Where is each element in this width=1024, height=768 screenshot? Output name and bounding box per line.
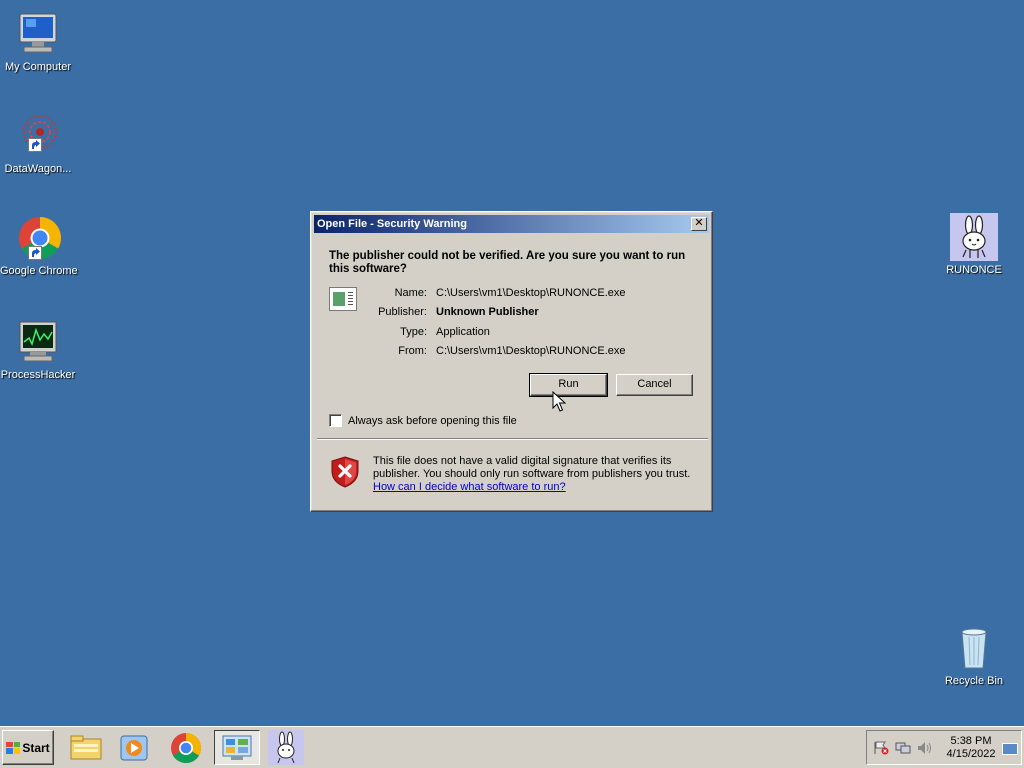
property-value-from: C:\Users\vm1\Desktop\RUNONCE.exe [436,345,626,358]
dialog-titlebar[interactable]: Open File - Security Warning ✕ [314,215,709,233]
volume-icon[interactable] [917,741,933,755]
windows-logo-icon [6,741,21,754]
desktop-icon-datawagon[interactable]: DataWagon... [0,112,76,175]
system-tray: 5:38 PM 4/15/2022 [866,730,1022,765]
dialog-headline: The publisher could not be verified. Are… [329,250,686,275]
show-desktop-icon[interactable] [1002,743,1018,755]
desktop-icon-label: RUNONCE [946,264,1002,276]
desktop-icon-recycle-bin[interactable]: Recycle Bin [936,624,1012,687]
taskbar-app-explorer[interactable] [66,730,106,765]
clock[interactable]: 5:38 PM 4/15/2022 [943,735,999,761]
property-row-type: Type: Application [369,322,626,342]
cancel-button[interactable]: Cancel [616,374,693,396]
property-key: From: [398,345,427,358]
desktop-icon-label: DataWagon... [4,163,72,175]
desktop-icon-runonce[interactable]: RUNONCE [936,213,1012,276]
warning-text: This file does not have a valid digital … [373,455,691,480]
property-key: Publisher: [378,306,427,319]
chrome-icon [171,733,202,764]
datawagon-icon [14,112,62,160]
desktop-icon-label: My Computer [4,61,72,73]
property-value-publisher: Unknown Publisher [436,306,539,319]
processhacker-icon [14,318,62,366]
clock-time: 5:38 PM [950,735,992,747]
desktop-icon-google-chrome[interactable]: Google Chrome [0,214,78,277]
desktop-icon-processhacker[interactable]: ProcessHacker [0,318,76,381]
dialog-title: Open File - Security Warning [317,218,467,230]
dialog-divider [317,438,708,440]
always-ask-checkbox[interactable] [329,414,342,427]
shortcut-arrow-icon [28,246,42,260]
file-explorer-icon [70,735,102,760]
recycle-bin-icon [950,624,998,672]
control-panel-icon [222,735,252,760]
property-key: Type: [400,325,427,338]
computer-icon [14,10,62,58]
media-player-icon [120,735,148,761]
runonce-bunny-icon [950,213,998,261]
run-button[interactable]: Run [529,373,608,397]
property-row-name: Name: C:\Users\vm1\Desktop\RUNONCE.exe [369,283,626,303]
property-row-publisher: Publisher: Unknown Publisher [369,303,626,323]
runonce-bunny-icon [277,731,295,764]
security-warning-dialog: Open File - Security Warning ✕ The publi… [310,211,713,512]
close-button[interactable]: ✕ [691,217,707,231]
property-value-type: Application [436,325,490,338]
action-center-flag-icon[interactable] [873,741,889,755]
always-ask-label[interactable]: Always ask before opening this file [348,415,517,427]
start-button[interactable]: Start [2,730,54,765]
property-value-name: C:\Users\vm1\Desktop\RUNONCE.exe [436,286,626,299]
application-file-icon [329,287,357,311]
shield-error-icon [331,456,359,488]
shortcut-arrow-icon [28,138,42,152]
file-properties: Name: C:\Users\vm1\Desktop\RUNONCE.exe P… [369,283,626,362]
clock-date: 4/15/2022 [946,748,996,760]
taskbar-app-chrome[interactable] [166,730,206,765]
desktop-icon-label: Google Chrome [0,265,78,277]
warning-message: This file does not have a valid digital … [373,455,693,494]
desktop-icon-label: Recycle Bin [944,675,1004,687]
taskbar-app-control-panel[interactable] [214,730,260,765]
chrome-icon [14,214,62,262]
help-link[interactable]: How can I decide what software to run? [373,481,693,494]
property-key: Name: [394,286,427,299]
property-row-from: From: C:\Users\vm1\Desktop\RUNONCE.exe [369,342,626,362]
start-label: Start [22,740,50,755]
network-icon[interactable] [895,741,911,755]
desktop-icon-my-computer[interactable]: My Computer [0,10,76,73]
mouse-pointer-icon [552,390,567,413]
always-ask-option[interactable]: Always ask before opening this file [329,414,517,427]
taskbar-app-runonce[interactable] [268,730,304,765]
desktop-icon-label: ProcessHacker [0,369,76,381]
close-icon: ✕ [694,217,704,229]
taskbar: Start 5:38 PM 4/15/2022 [0,726,1024,768]
taskbar-app-media-player[interactable] [114,730,154,765]
